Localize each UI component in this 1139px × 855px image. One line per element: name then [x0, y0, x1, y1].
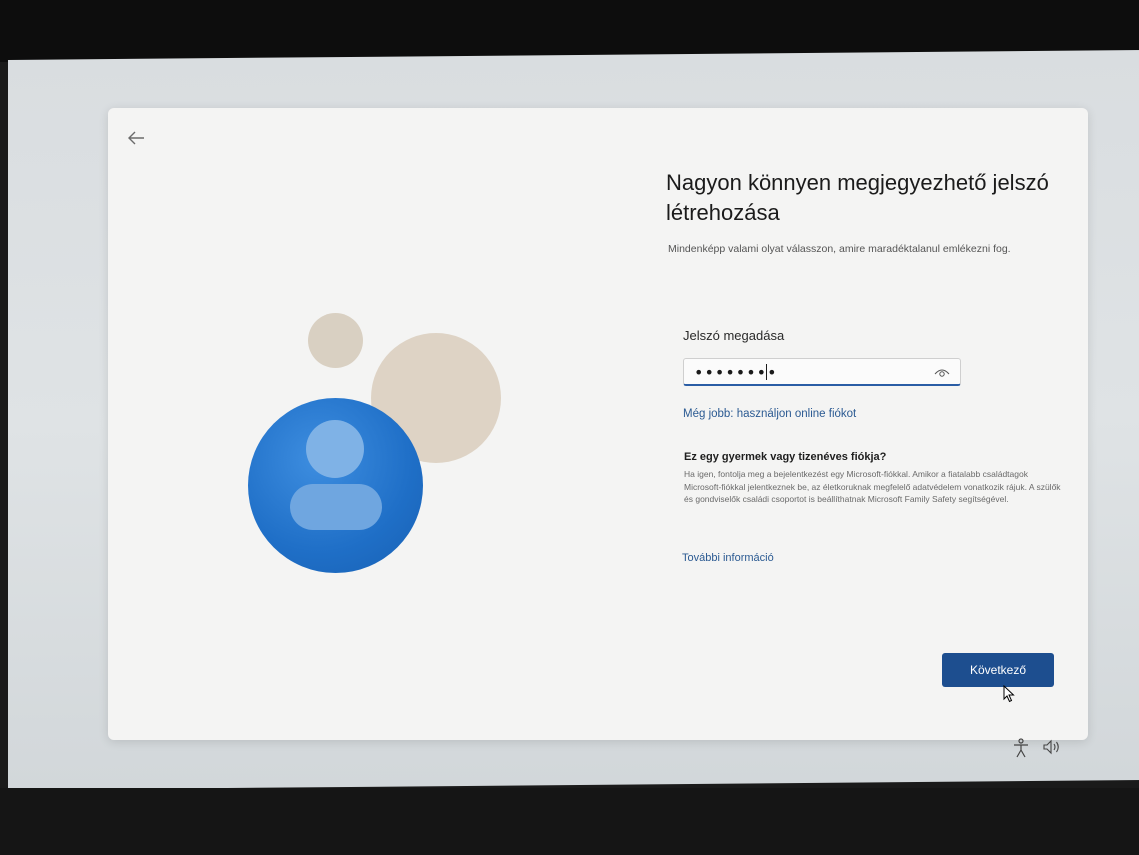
user-illustration — [243, 308, 543, 588]
password-input[interactable]: •••••••• — [683, 358, 961, 386]
monitor-bezel-bottom — [0, 788, 1139, 855]
online-account-link[interactable]: Még jobb: használjon online fiókot — [683, 408, 856, 420]
eye-icon[interactable] — [934, 365, 950, 379]
avatar-head — [306, 420, 364, 478]
child-account-heading: Ez egy gyermek vagy tizenéves fiókja? — [684, 451, 887, 463]
arrow-left-icon — [128, 131, 144, 145]
mouse-cursor-icon — [1003, 685, 1015, 703]
password-label: Jelszó megadása — [683, 328, 785, 343]
decor-circle-small — [308, 313, 363, 368]
more-info-link[interactable]: További információ — [682, 552, 774, 564]
back-button[interactable] — [124, 126, 150, 152]
text-caret — [766, 364, 767, 380]
password-value: •••••••• — [694, 363, 778, 382]
user-avatar-icon — [248, 398, 423, 573]
child-account-text: Ha igen, fontolja meg a bejelentkezést e… — [684, 469, 1061, 504]
page-title: Nagyon könnyen megjegyezhető jelszó létr… — [666, 170, 1049, 225]
volume-icon[interactable] — [1042, 738, 1062, 758]
setup-card: Nagyon könnyen megjegyezhető jelszó létr… — [108, 108, 1088, 740]
page-subtitle: Mindenképp valami olyat válasszon, amire… — [668, 243, 1011, 255]
avatar-body — [290, 484, 382, 530]
next-button[interactable]: Következő — [942, 653, 1054, 687]
accessibility-icon[interactable] — [1012, 738, 1032, 758]
